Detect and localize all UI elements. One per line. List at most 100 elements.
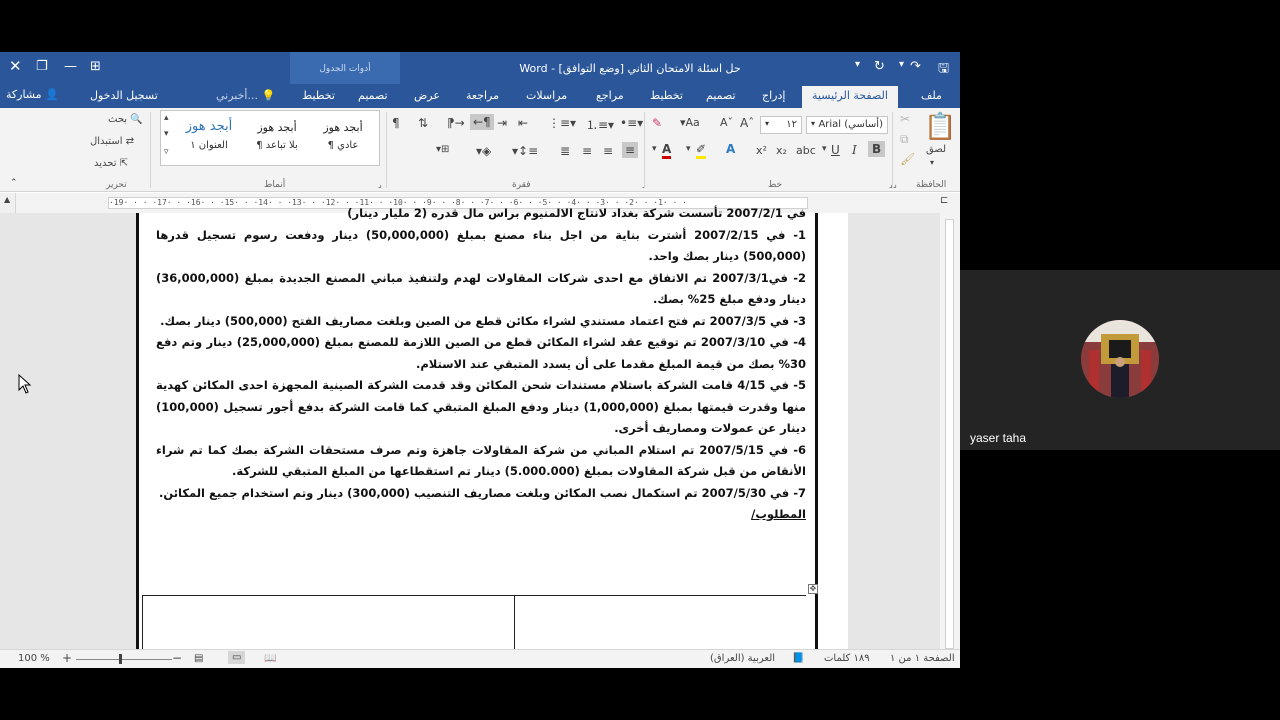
tab-home[interactable]: الصفحة الرئيسية [802,86,898,108]
subscript-icon[interactable]: x₂ [776,144,787,157]
paste-button[interactable]: لصق [926,144,946,155]
highlight-dropdown-icon[interactable]: ▾ [686,144,691,154]
grow-font-icon[interactable]: Aˆ [740,116,754,130]
zoom-out-icon[interactable]: − [172,651,182,665]
share-button[interactable]: مشاركة 👤 [6,88,59,101]
replace-button[interactable]: استبدال ⇄ [90,136,134,147]
ruler-toggle-icon[interactable]: ⊏ [940,195,948,206]
sign-in-button[interactable]: تسجيل الدخول [90,89,158,102]
save-icon[interactable]: 🖫 [938,59,949,81]
shrink-font-icon[interactable]: Aˇ [720,116,733,129]
styles-scroll-up-icon[interactable]: ▴ [164,113,169,123]
style-normal[interactable]: أبجد هوز ¶ عادي [311,113,375,165]
proofing-icon[interactable]: 📘 [792,653,804,664]
maximize-icon[interactable]: ❐ [36,59,48,74]
italic-icon[interactable]: I [852,143,857,157]
align-left-icon[interactable]: ≡ [582,144,592,158]
numbering-icon[interactable]: ⒈≡▾ [586,116,614,133]
page-count[interactable]: الصفحة ١ من ١ [890,653,955,664]
font-name-combo[interactable]: ▾ Arial (أساسي) [806,116,888,134]
cut-icon[interactable]: ✂ [900,112,910,126]
copy-icon[interactable]: ⧉ [900,132,909,147]
decrease-indent-icon[interactable]: ⇤ [518,116,528,130]
tab-mailings[interactable]: مراسلات [526,89,567,102]
style-no-spacing-name: ¶ بلا تباعد [256,140,298,151]
superscript-icon[interactable]: x² [756,144,767,157]
styles-more-icon[interactable]: ▿ [164,147,169,157]
word-count[interactable]: ١٨٩ كلمات [824,653,870,664]
language-status[interactable]: العربية (العراق) [710,653,775,664]
zoom-level[interactable]: 100 % [18,653,50,664]
bold-icon[interactable]: B [868,141,886,157]
web-layout-icon[interactable]: ▤ [194,653,203,664]
tab-view[interactable]: عرض [414,89,440,102]
zoom-slider[interactable] [76,659,172,660]
style-normal-name: ¶ عادي [327,140,359,151]
underline-icon[interactable]: U [831,143,840,157]
justify-icon[interactable]: ≣ [560,144,570,158]
doc-line-3: 3- في 2007/3/5 تم فتح اعتماد مستندي لشرا… [160,313,806,328]
style-no-spacing[interactable]: أبجد هوز ¶ بلا تباعد [245,113,309,165]
ltr-direction-icon[interactable]: ⁋→ [447,116,465,130]
line-spacing-icon[interactable]: ▾↕≡ [512,144,538,158]
font-color-icon[interactable]: A [662,142,672,159]
multilevel-list-icon[interactable]: ⋮≡▾ [548,116,576,130]
increase-indent-icon[interactable]: ⇥ [497,116,507,130]
style-heading-1[interactable]: أبجد هوز العنوان ١ [177,113,241,165]
styles-launcher-icon[interactable]: ⌟ [378,180,382,189]
format-painter-icon[interactable]: 🖌 [900,152,915,166]
tab-file[interactable]: ملف [921,89,942,102]
zoom-in-icon[interactable]: + [62,651,72,665]
tab-review[interactable]: مراجعة [466,89,499,102]
word-window: أدوات الجدول ✕ ❐ — ⊞ حل اسئلة الامتحان ا… [0,52,960,668]
clear-formatting-icon[interactable]: ✎ [652,116,662,130]
center-icon[interactable]: ≡ [603,144,613,158]
repeat-icon[interactable]: ↻ [874,59,885,74]
paste-icon[interactable]: 📋 [924,112,956,142]
select-button[interactable]: تحديد ⇱ [94,158,128,169]
styles-scroll-down-icon[interactable]: ▾ [164,129,169,139]
shading-icon[interactable]: ▾◈ [476,144,491,158]
sort-icon[interactable]: ⇅ [418,116,428,130]
tab-layout[interactable]: تخطيط [650,89,683,102]
tab-design-table[interactable]: تصميم [358,89,388,102]
tab-insert[interactable]: إدراج [762,89,785,102]
font-color-dropdown-icon[interactable]: ▾ [652,144,657,154]
zoom-slider-thumb[interactable] [119,654,122,664]
find-button[interactable]: بحث 🔍 [108,114,143,125]
close-icon[interactable]: ✕ [9,57,22,75]
strikethrough-icon[interactable]: abc [796,144,816,157]
rtl-direction-icon[interactable]: ←¶ [470,114,494,130]
tab-design[interactable]: تصميم [706,89,736,102]
undo-icon[interactable]: ↷ [910,59,921,74]
tab-references[interactable]: مراجع [596,89,624,102]
paste-dropdown-icon[interactable]: ▾ [930,158,934,167]
font-size-combo[interactable]: ▾ ١٢ [760,116,802,134]
font-name-value: Arial (أساسي) [818,119,883,130]
customize-toolbar-icon[interactable]: ▾ [855,59,860,70]
change-case-icon[interactable]: ▾Aa [680,116,700,129]
minimize-icon[interactable]: — [64,59,77,74]
ribbon-display-options-icon[interactable]: ⊞ [90,59,101,74]
document-table[interactable] [142,595,806,656]
scroll-up-icon[interactable]: ▲ [4,195,10,204]
underline-dropdown-icon[interactable]: ▾ [822,144,827,154]
clipboard-launcher-icon[interactable]: ⌟ [893,180,897,189]
tell-me-box[interactable]: أخبرني... 💡 [216,89,275,102]
align-right-icon[interactable]: ≡ [622,142,639,158]
participant-tile[interactable]: yaser taha [960,270,1280,450]
print-layout-icon[interactable]: ▭ [228,651,246,664]
document-canvas: في 2007/2/1 تأسست شركة بغداد لانتاج الال… [0,206,960,656]
borders-icon[interactable]: ▾⊞ [436,144,449,155]
text-effects-icon[interactable]: A [726,142,735,156]
collapse-ribbon-icon[interactable]: ⌃ [10,178,18,188]
show-marks-icon[interactable]: ¶ [392,116,400,130]
table-move-handle[interactable]: ✥ [808,584,818,594]
undo-dropdown-icon[interactable]: ▾ [899,59,904,70]
bullets-icon[interactable]: •≡▾ [620,116,643,130]
tab-layout-table[interactable]: تخطيط [302,89,335,102]
read-mode-icon[interactable]: 📖 [264,653,276,664]
mouse-pointer-icon [18,374,32,394]
highlight-icon[interactable]: ✐ [696,142,707,159]
document-body[interactable]: في 2007/2/1 تأسست شركة بغداد لانتاج الال… [156,203,806,526]
